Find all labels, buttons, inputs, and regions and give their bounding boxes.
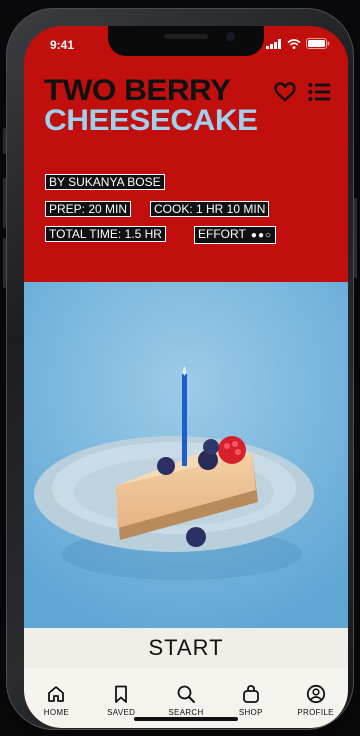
status-time: 9:41 <box>50 38 75 52</box>
effort-dot-filled: ● <box>250 230 258 241</box>
screen: 9:41 TWO BERRY CHEESECAKE BY SUKANYA BOS… <box>24 26 348 728</box>
effort-dot-filled: ● <box>257 230 265 241</box>
signal-icon <box>266 38 281 49</box>
heart-icon[interactable] <box>274 82 296 102</box>
status-icons <box>266 38 330 49</box>
notch <box>108 26 264 56</box>
profile-icon <box>306 684 325 704</box>
nav-item-home[interactable]: HOME <box>24 668 89 728</box>
speaker-grille <box>164 34 208 39</box>
prep-time-tag: PREP: 20 MIN <box>45 201 132 217</box>
nav-item-profile[interactable]: PROFILE <box>283 668 348 728</box>
effort-rating: ●●○ <box>251 227 272 241</box>
shopping-bag-icon <box>242 685 259 703</box>
author-tag: BY SUKANYA BOSE <box>45 174 165 190</box>
front-camera <box>226 32 235 41</box>
nav-label-search: SEARCH <box>168 708 204 717</box>
recipe-title-line2: CHEESECAKE <box>44 104 258 137</box>
nav-label-saved: SAVED <box>107 708 136 717</box>
total-time-tag: TOTAL TIME: 1.5 HR <box>45 226 166 242</box>
effort-dot-empty: ○ <box>265 230 273 241</box>
nav-label-shop: SHOP <box>238 708 263 717</box>
power-button <box>354 198 357 278</box>
list-icon[interactable] <box>308 82 330 102</box>
mute-switch <box>3 128 6 154</box>
nav-label-profile: PROFILE <box>297 708 334 717</box>
start-button[interactable]: START <box>24 628 348 668</box>
home-indicator[interactable] <box>134 717 238 721</box>
cheesecake-illustration <box>24 282 348 628</box>
wifi-icon <box>287 38 301 49</box>
phone-frame: 9:41 TWO BERRY CHEESECAKE BY SUKANYA BOS… <box>3 8 357 730</box>
header-actions <box>274 82 330 102</box>
start-button-label: START <box>148 635 224 660</box>
volume-up-button <box>3 178 6 228</box>
volume-down-button <box>3 238 6 288</box>
battery-icon <box>306 38 330 49</box>
recipe-title-line1: TWO BERRY <box>44 74 231 107</box>
bookmark-icon <box>115 685 128 703</box>
recipe-photo <box>24 282 348 628</box>
raspberry <box>218 436 246 464</box>
nav-label-home: HOME <box>43 708 69 717</box>
home-icon <box>48 686 65 702</box>
cook-time-tag: COOK: 1 HR 10 MIN <box>150 201 270 217</box>
recipe-title: TWO BERRY CHEESECAKE <box>44 76 258 136</box>
birthday-candle <box>182 374 187 466</box>
effort-tag: EFFORT ●●○ <box>194 226 277 244</box>
effort-label: EFFORT <box>198 227 246 241</box>
search-icon <box>177 685 195 703</box>
